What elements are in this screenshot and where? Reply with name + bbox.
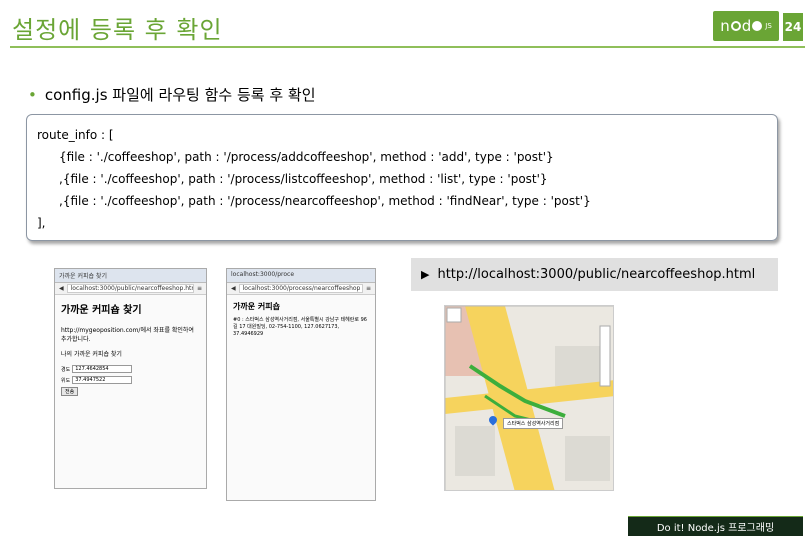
field-label: 경도: [61, 366, 71, 373]
bullet-item: • config.js 파일에 라우팅 함수 등록 후 확인: [28, 84, 316, 105]
menu-icon: ≡: [365, 285, 371, 292]
logo-text: n: [720, 17, 730, 35]
menu-icon: ≡: [196, 285, 202, 292]
browser-screenshot-left: 가까운 커피숍 찾기 ◀ localhost:3000/public/nearc…: [54, 268, 207, 489]
slide-title: 설정에 등록 후 확인: [12, 16, 223, 44]
field-value: 37.4947522: [72, 376, 133, 384]
browser-screenshot-right: localhost:3000/proce ◀ localhost:3000/pr…: [226, 268, 376, 501]
result-item: #0 : 스타벅스 삼성역사거리점, 서울특별시 강남구 테헤란로 96길 17…: [233, 317, 367, 337]
node-logo: n d JS: [713, 11, 779, 41]
page-heading: 가까운 커피숍: [233, 302, 280, 311]
page-heading: 가까운 커피숍 찾기: [61, 305, 142, 316]
address-url: localhost:3000/public/nearcoffeeshop.htm…: [66, 284, 194, 293]
submit-button: 전송: [61, 387, 79, 396]
browser-tab: localhost:3000/proce: [227, 269, 375, 283]
map-marker-label: 스타벅스 삼성역사거리점: [503, 418, 564, 429]
logo-dot-icon: [752, 21, 763, 31]
url-text: http://localhost:3000/public/nearcoffees…: [437, 267, 756, 282]
back-arrow-icon: ◀: [231, 285, 236, 292]
latitude-field: 위도 37.4947522: [61, 376, 200, 384]
code-line: ,{file : './coffeeshop', path : '/proces…: [59, 172, 548, 186]
map-graphic: [445, 306, 613, 490]
logo-suffix: JS: [765, 22, 772, 30]
longitude-field: 경도 127.4642854: [61, 365, 200, 373]
page-number: 24: [783, 13, 803, 41]
play-arrow-icon: ▶: [421, 268, 430, 281]
code-line: ,{file : './coffeeshop', path : '/proces…: [59, 194, 591, 208]
browser-address-bar: ◀ localhost:3000/public/nearcoffeeshop.h…: [55, 283, 206, 295]
browser-content: 가까운 커피숍 #0 : 스타벅스 삼성역사거리점, 서울특별시 강남구 테헤란…: [227, 295, 375, 350]
page-paragraph: http://mygeoposition.com/에서 좌표를 확인하여 추가합…: [61, 327, 194, 343]
browser-tab: 가까운 커피숍 찾기: [55, 269, 206, 283]
url-label: ▶ http://localhost:3000/public/nearcoffe…: [411, 258, 778, 291]
bullet-text: config.js 파일에 라우팅 함수 등록 후 확인: [44, 86, 316, 104]
bullet-dot-icon: •: [28, 86, 37, 104]
address-url: localhost:3000/process/nearcoffeeshop: [238, 284, 363, 293]
field-value: 127.4642854: [72, 365, 133, 373]
section-label: 나의 가까운 커피숍 찾기: [61, 351, 122, 358]
map-screenshot: 스타벅스 삼성역사거리점: [444, 305, 614, 491]
field-label: 위도: [61, 377, 71, 384]
code-line: route_info : [: [37, 128, 114, 142]
logo-ring-icon: [730, 21, 741, 31]
browser-content: 가까운 커피숍 찾기 http://mygeoposition.com/에서 좌…: [55, 295, 206, 402]
title-rule: [10, 46, 805, 48]
code-line: {file : './coffeeshop', path : '/process…: [59, 150, 554, 164]
back-arrow-icon: ◀: [59, 285, 64, 292]
footer-banner: Do it! Node.js 프로그래밍: [628, 516, 803, 536]
code-box: route_info : [ {file : './coffeeshop', p…: [26, 114, 778, 241]
logo-text-part: d: [741, 17, 752, 35]
code-line: ],: [37, 216, 46, 230]
browser-address-bar: ◀ localhost:3000/process/nearcoffeeshop …: [227, 283, 375, 295]
